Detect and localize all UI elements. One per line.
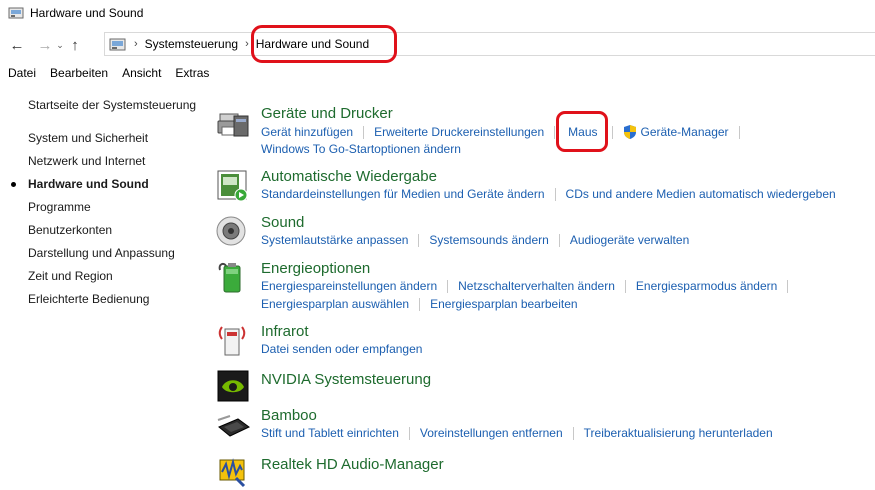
link-geraet-hinzufuegen[interactable]: Gerät hinzufügen	[261, 125, 353, 139]
heading-nvidia-systemsteuerung[interactable]: NVIDIA Systemsteuerung	[261, 371, 431, 388]
red-highlight-maus	[556, 111, 608, 152]
link-separator	[554, 125, 556, 139]
sidebar-item-zeit-und-region[interactable]: Zeit und Region	[28, 269, 113, 283]
realtek-audio-icon	[219, 458, 246, 488]
link-separator	[418, 233, 420, 247]
link-row: Standardeinstellungen für Medien und Ger…	[261, 187, 836, 201]
link-separator	[558, 233, 560, 247]
sidebar-item-benutzerkonten[interactable]: Benutzerkonten	[28, 223, 112, 237]
control-panel-icon	[109, 38, 126, 51]
link-treiberaktualisierung-herunterladen[interactable]: Treiberaktualisierung herunterladen	[584, 426, 773, 440]
link-energiesparplan-bearbeiten[interactable]: Energiesparplan bearbeiten	[430, 297, 577, 311]
sidebar-item-erleichterte-bedienung[interactable]: Erleichterte Bedienung	[28, 292, 149, 306]
title-bar: Hardware und Sound	[0, 0, 875, 26]
link-cds-automatisch-wiedergeben[interactable]: CDs und andere Medien automatisch wieder…	[566, 187, 836, 201]
link-separator	[572, 426, 574, 440]
menu-datei[interactable]: Datei	[8, 66, 36, 80]
breadcrumb-separator-icon: ›	[245, 38, 249, 50]
battery-icon	[218, 262, 241, 293]
link-row: Energiespareinstellungen ändern Netzscha…	[261, 279, 798, 293]
heading-automatische-wiedergabe[interactable]: Automatische Wiedergabe	[261, 168, 437, 185]
sidebar-item-darstellung-und-anpassung[interactable]: Darstellung und Anpassung	[28, 246, 175, 260]
link-standardeinstellungen-medien[interactable]: Standardeinstellungen für Medien und Ger…	[261, 187, 545, 201]
menu-bar: Datei Bearbeiten Ansicht Extras	[0, 62, 215, 84]
recent-locations-button[interactable]: ⌄	[54, 34, 66, 56]
link-audiogeraete-verwalten[interactable]: Audiogeräte verwalten	[570, 233, 689, 247]
heading-energieoptionen[interactable]: Energieoptionen	[261, 260, 370, 277]
sidebar-item-system-und-sicherheit[interactable]: System und Sicherheit	[28, 131, 148, 145]
link-energiesparplan-auswaehlen[interactable]: Energiesparplan auswählen	[261, 297, 409, 311]
speaker-icon	[216, 216, 246, 246]
printer-icon	[217, 113, 249, 137]
link-netzschalterverhalten-aendern[interactable]: Netzschalterverhalten ändern	[458, 279, 615, 293]
link-windows-to-go[interactable]: Windows To Go-Startoptionen ändern	[261, 142, 461, 156]
arrow-up-icon: ↑	[71, 36, 79, 54]
tablet-icon	[217, 415, 250, 437]
current-item-bullet	[11, 182, 16, 187]
arrow-right-icon: →	[37, 36, 53, 54]
link-row: Datei senden oder empfangen	[261, 342, 422, 356]
arrow-left-icon: ←	[9, 36, 25, 54]
up-button[interactable]: ↑	[66, 34, 84, 56]
breadcrumb-separator-icon: ›	[134, 38, 138, 50]
link-systemsounds-aendern[interactable]: Systemsounds ändern	[429, 233, 548, 247]
link-separator	[363, 125, 365, 139]
heading-bamboo[interactable]: Bamboo	[261, 407, 317, 424]
link-separator	[408, 426, 410, 440]
link-separator	[611, 125, 613, 139]
heading-infrarot[interactable]: Infrarot	[261, 323, 309, 340]
link-separator	[787, 279, 789, 293]
link-separator	[419, 297, 421, 311]
autoplay-icon	[217, 170, 248, 202]
sidebar-item-startseite[interactable]: Startseite der Systemsteuerung	[28, 98, 196, 112]
address-row: ← → ⌄ ↑ › Systemsteuerung › Hardware und…	[0, 30, 875, 60]
sidebar-item-programme[interactable]: Programme	[28, 200, 91, 214]
link-systemlautstaerke-anpassen[interactable]: Systemlautstärke anpassen	[261, 233, 408, 247]
link-separator	[447, 279, 449, 293]
link-datei-senden-oder-empfangen[interactable]: Datei senden oder empfangen	[261, 342, 422, 356]
uac-shield-icon	[623, 125, 636, 139]
chevron-down-icon: ⌄	[56, 39, 64, 50]
link-geraete-manager[interactable]: Geräte-Manager	[641, 125, 729, 139]
link-stift-und-tablett-einrichten[interactable]: Stift und Tablett einrichten	[261, 426, 399, 440]
sidebar-item-netzwerk-und-internet[interactable]: Netzwerk und Internet	[28, 154, 145, 168]
nvidia-icon	[217, 370, 249, 402]
window-title: Hardware und Sound	[30, 6, 144, 20]
forward-button[interactable]: →	[36, 34, 54, 56]
link-row: Stift und Tablett einrichten Voreinstell…	[261, 426, 773, 440]
menu-extras[interactable]: Extras	[175, 66, 209, 80]
address-bar[interactable]: › Systemsteuerung › Hardware und Sound	[104, 32, 875, 56]
breadcrumb-item-systemsteuerung[interactable]: Systemsteuerung	[145, 37, 238, 51]
link-erweiterte-druckereinstellungen[interactable]: Erweiterte Druckereinstellungen	[374, 125, 544, 139]
heading-sound[interactable]: Sound	[261, 214, 304, 231]
infrared-icon	[218, 326, 246, 356]
link-row: Energiesparplan auswählen Energiesparpla…	[261, 297, 578, 311]
link-row: Systemlautstärke anpassen Systemsounds ä…	[261, 233, 689, 247]
back-button[interactable]: ←	[8, 34, 26, 56]
menu-ansicht[interactable]: Ansicht	[122, 66, 161, 80]
link-separator	[554, 187, 556, 201]
link-energiespareinstellungen-aendern[interactable]: Energiespareinstellungen ändern	[261, 279, 437, 293]
control-panel-icon	[8, 7, 24, 19]
link-separator	[624, 279, 626, 293]
heading-geraete-und-drucker[interactable]: Geräte und Drucker	[261, 105, 393, 122]
red-highlight-address	[251, 25, 397, 63]
link-row: Gerät hinzufügen Erweiterte Druckereinst…	[261, 124, 750, 140]
link-row: Windows To Go-Startoptionen ändern	[261, 142, 461, 156]
menu-bearbeiten[interactable]: Bearbeiten	[50, 66, 108, 80]
sidebar-item-hardware-und-sound[interactable]: Hardware und Sound	[28, 177, 149, 191]
heading-realtek-hd-audio-manager[interactable]: Realtek HD Audio-Manager	[261, 456, 444, 473]
link-energiesparmodus-aendern[interactable]: Energiesparmodus ändern	[636, 279, 777, 293]
link-separator	[738, 125, 740, 139]
link-voreinstellungen-entfernen[interactable]: Voreinstellungen entfernen	[420, 426, 563, 440]
